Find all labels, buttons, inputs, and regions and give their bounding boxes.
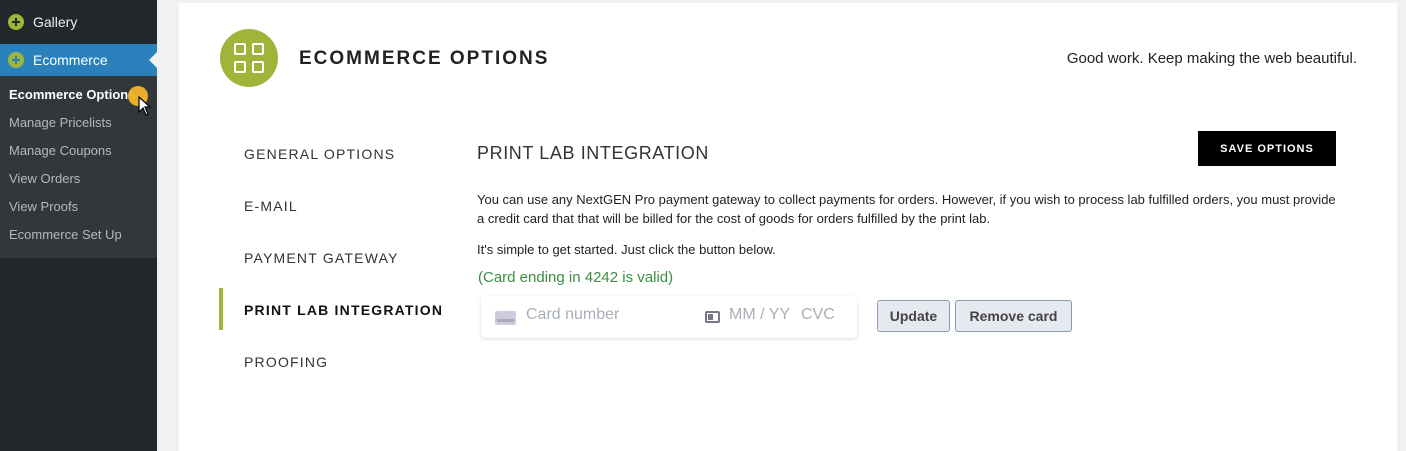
tab-general-options[interactable]: GENERAL OPTIONS	[244, 146, 395, 162]
card-input-field[interactable]	[481, 296, 857, 338]
tagline: Good work. Keep making the web beautiful…	[1066, 50, 1357, 67]
section-title: PRINT LAB INTEGRATION	[477, 143, 709, 163]
submenu-view-orders[interactable]: View Orders	[0, 166, 157, 194]
section-description: You can use any NextGEN Pro payment gate…	[477, 192, 1336, 226]
card-number-input[interactable]	[526, 306, 696, 324]
tab-email[interactable]: E-MAIL	[244, 198, 298, 214]
ecommerce-logo-icon	[220, 29, 278, 87]
tab-payment-gateway[interactable]: PAYMENT GATEWAY	[244, 250, 399, 266]
card-back-icon	[705, 311, 720, 323]
active-tab-indicator	[219, 288, 223, 330]
submenu-manage-coupons[interactable]: Manage Coupons	[0, 138, 157, 166]
sidebar-item-gallery[interactable]: Gallery	[0, 0, 157, 44]
sidebar-item-label: Ecommerce	[33, 52, 108, 68]
section-instruction: It's simple to get started. Just click t…	[477, 242, 776, 257]
save-options-button[interactable]: SAVE OPTIONS	[1198, 131, 1336, 166]
submenu-manage-pricelists[interactable]: Manage Pricelists	[0, 110, 157, 138]
card-cvc-input[interactable]	[801, 306, 851, 324]
page-title: ECOMMERCE OPTIONS	[299, 48, 550, 69]
options-panel: ECOMMERCE OPTIONS Good work. Keep making…	[179, 3, 1397, 451]
card-expiry-input[interactable]	[729, 306, 795, 324]
update-card-button[interactable]: Update	[877, 300, 950, 332]
submenu-ecommerce-set-up[interactable]: Ecommerce Set Up	[0, 222, 157, 250]
credit-card-icon	[495, 311, 516, 325]
remove-card-button[interactable]: Remove card	[955, 300, 1072, 332]
gallery-icon	[8, 14, 24, 30]
tab-print-lab-integration[interactable]: PRINT LAB INTEGRATION	[244, 302, 443, 318]
ecommerce-icon	[8, 52, 24, 68]
tab-proofing[interactable]: PROOFING	[244, 354, 328, 370]
card-status: (Card ending in 4242 is valid)	[478, 269, 674, 286]
sidebar-item-label: Gallery	[33, 14, 78, 30]
submenu-view-proofs[interactable]: View Proofs	[0, 194, 157, 222]
sidebar-item-ecommerce[interactable]: Ecommerce	[0, 44, 157, 76]
admin-sidebar: Gallery Ecommerce Ecommerce Options Mana…	[0, 0, 157, 451]
mouse-cursor-icon	[138, 96, 152, 116]
